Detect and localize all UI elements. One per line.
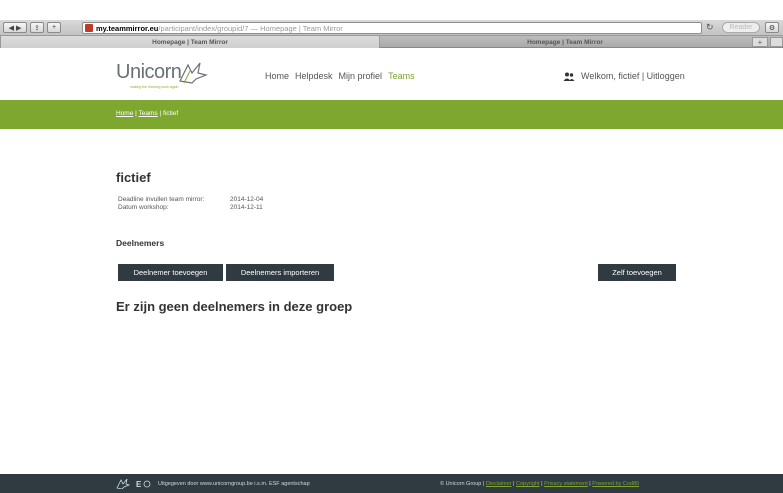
group-meta: Deadline invullen team mirror: 2014-12-0… bbox=[118, 196, 263, 212]
breadcrumb-bar: Home | Teams | fictief bbox=[0, 100, 783, 129]
nav-mijn-profiel[interactable]: Mijn profiel bbox=[339, 71, 383, 81]
footer-copyright-prefix: © Unicorn Group | bbox=[440, 481, 486, 487]
esf-logo-icon: E bbox=[136, 480, 151, 489]
footer-left: E Uitgegeven door www.unicorngroup.be i.… bbox=[116, 479, 310, 489]
top-strip bbox=[0, 0, 783, 20]
breadcrumb-home[interactable]: Home bbox=[116, 110, 133, 117]
tab-overview-button[interactable] bbox=[770, 37, 783, 47]
address-bar[interactable]: my.teammirror.eu /participant/index/grou… bbox=[82, 22, 702, 34]
footer-right: © Unicorn Group | Disclaimer | Copyright… bbox=[440, 481, 639, 487]
add-participant-button[interactable]: Deelnemer toevoegen bbox=[118, 264, 223, 281]
breadcrumb-teams[interactable]: Teams bbox=[139, 110, 158, 117]
url-path: /participant/index/groupid/7 — Homepage … bbox=[158, 23, 343, 33]
main-nav: Home Helpdesk Mijn profiel Teams bbox=[265, 71, 415, 81]
unicorn-footer-logo-icon bbox=[116, 479, 130, 489]
add-bookmark-icon[interactable]: + bbox=[47, 22, 61, 33]
site-favicon-icon bbox=[85, 24, 93, 32]
deadline-value: 2014-12-04 bbox=[230, 196, 264, 203]
footer-powered-link[interactable]: Powered by Cod80 bbox=[592, 481, 639, 487]
reader-button[interactable]: Reader bbox=[722, 22, 760, 33]
url-host: my.teammirror.eu bbox=[96, 23, 159, 33]
new-tab-button[interactable]: + bbox=[752, 37, 768, 47]
users-icon bbox=[563, 72, 575, 81]
unicorn-mark-icon bbox=[179, 62, 208, 84]
back-forward-buttons[interactable]: ◀ ▶ bbox=[3, 22, 27, 33]
nav-helpdesk[interactable]: Helpdesk bbox=[295, 71, 333, 81]
svg-text:E: E bbox=[136, 480, 142, 489]
logo-tagline: making the learning work again bbox=[130, 85, 179, 89]
workshop-label: Datum workshop: bbox=[118, 204, 169, 211]
reload-icon[interactable]: ↻ bbox=[706, 22, 714, 33]
site-footer: E Uitgegeven door www.unicorngroup.be i.… bbox=[0, 474, 783, 493]
share-icon[interactable]: ⇪ bbox=[30, 22, 44, 33]
tab-homepage-active[interactable]: Homepage | Team Mirror bbox=[0, 36, 380, 48]
nav-home[interactable]: Home bbox=[265, 71, 289, 81]
add-self-button[interactable]: Zelf toevoegen bbox=[598, 264, 676, 281]
import-participants-button[interactable]: Deelnemers importeren bbox=[226, 264, 334, 281]
nav-teams[interactable]: Teams bbox=[388, 71, 415, 81]
footer-publisher-text: Uitgegeven door www.unicorngroup.be i.s.… bbox=[158, 481, 310, 487]
footer-disclaimer-link[interactable]: Disclaimer bbox=[486, 481, 512, 487]
browser-toolbar: ◀ ▶ ⇪ + my.teammirror.eu /participant/in… bbox=[0, 20, 783, 36]
settings-icon[interactable]: ⚙ bbox=[765, 22, 779, 33]
meta-row-deadline: Deadline invullen team mirror: 2014-12-0… bbox=[118, 196, 263, 204]
breadcrumb-current: fictief bbox=[163, 110, 179, 117]
logo-text: Unicorn bbox=[116, 61, 182, 83]
unicorn-logo[interactable]: Unicorn making the learning work again bbox=[116, 61, 208, 91]
page-title: fictief bbox=[116, 170, 151, 185]
user-welcome: Welkom, fictief | Uitloggen bbox=[563, 71, 685, 81]
tab-bar: Homepage | Team Mirror Homepage | Team M… bbox=[0, 36, 783, 48]
meta-row-workshop: Datum workshop: 2014-12-11 bbox=[118, 204, 263, 212]
deadline-label: Deadline invullen team mirror: bbox=[118, 196, 205, 203]
welcome-logout-link[interactable]: Welkom, fictief | Uitloggen bbox=[581, 71, 685, 81]
workshop-value: 2014-12-11 bbox=[230, 204, 263, 211]
empty-state-message: Er zijn geen deelnemers in deze groep bbox=[116, 299, 353, 314]
footer-privacy-link[interactable]: Privacy statement bbox=[544, 481, 588, 487]
breadcrumb: Home | Teams | fictief bbox=[116, 110, 178, 117]
footer-copyright-link[interactable]: Copyright bbox=[516, 481, 540, 487]
tab-homepage[interactable]: Homepage | Team Mirror bbox=[380, 36, 750, 48]
site-header: Unicorn making the learning work again H… bbox=[0, 48, 783, 100]
participants-heading: Deelnemers bbox=[116, 238, 165, 248]
